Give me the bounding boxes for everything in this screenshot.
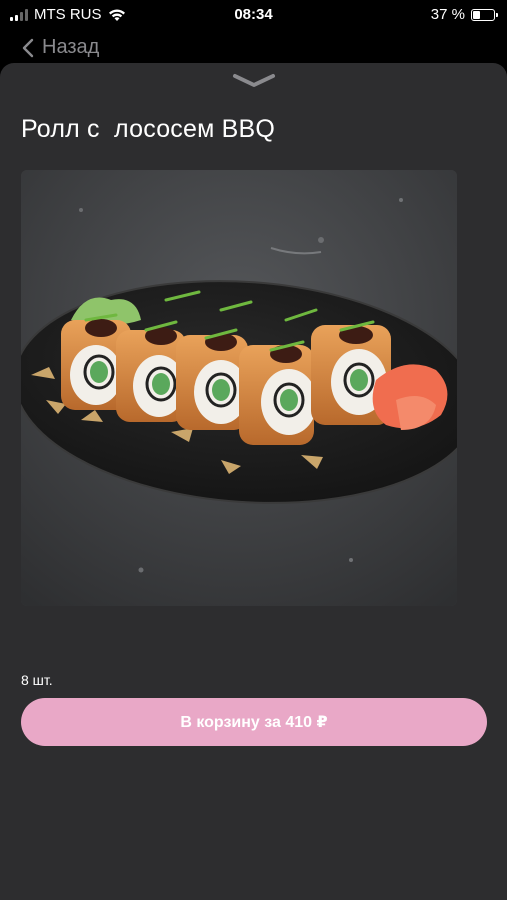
back-button[interactable]: Назад [22, 36, 99, 59]
product-title: Ролл с лососем BBQ [21, 115, 276, 143]
portion-quantity: 8 шт. [21, 672, 53, 688]
battery-icon [471, 8, 498, 21]
product-sheet: Ролл с лососем BBQ 8 шт. В корзину за 41… [0, 63, 507, 900]
battery-level [473, 10, 480, 19]
chevron-left-icon [22, 38, 34, 57]
sushi-roll-photo [21, 170, 457, 606]
product-image [21, 170, 457, 606]
battery-percent: 37 % [430, 6, 465, 23]
status-bar: MTS RUS 08:34 37 % [0, 0, 507, 30]
sheet-collapse-handle[interactable] [231, 71, 277, 91]
app-screen: MTS RUS 08:34 37 % Назад Ролл с лососем … [0, 0, 507, 900]
status-right: 37 % [430, 6, 498, 23]
chevron-down-icon [232, 74, 275, 87]
add-to-cart-button[interactable]: В корзину за 410 ₽ [21, 698, 487, 746]
back-label: Назад [42, 36, 100, 58]
